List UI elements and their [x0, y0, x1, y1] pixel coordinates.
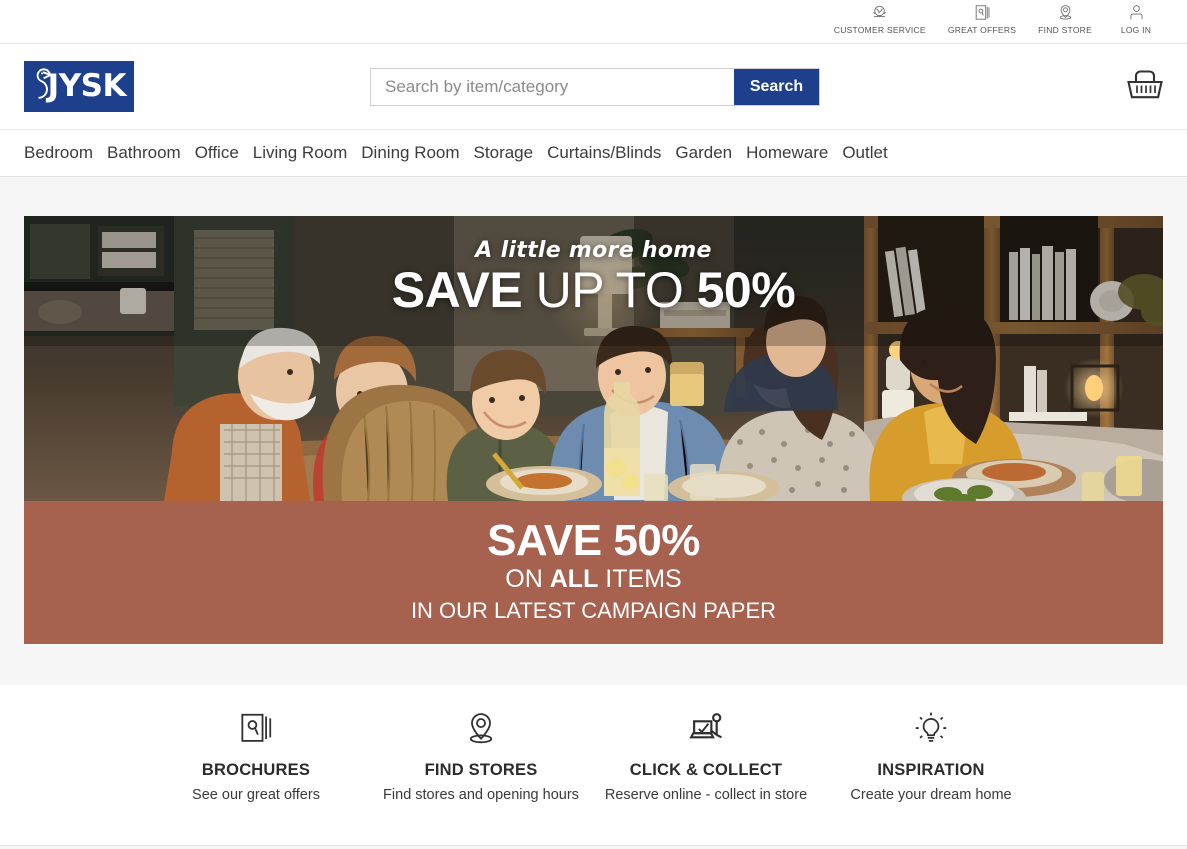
promo-band: A little more home SAVE UP TO 50% SAVE 5…: [0, 177, 1187, 685]
find-store-icon: [1056, 3, 1075, 22]
service-title: CLICK & COLLECT: [629, 761, 783, 779]
promo-line-1: SAVE 50%: [487, 516, 700, 566]
search-button[interactable]: Search: [734, 68, 819, 105]
promo-banner[interactable]: SAVE 50% ON ALL ITEMS IN OUR LATEST CAMP…: [24, 501, 1163, 644]
hero-headline-part2: UP TO: [535, 262, 684, 318]
nav-item-living-room[interactable]: Living Room: [253, 143, 362, 163]
topbar-item-label: CUSTOMER SERVICE: [833, 25, 926, 35]
nav-item-storage[interactable]: Storage: [474, 143, 548, 163]
nav-item-bathroom[interactable]: Bathroom: [107, 143, 195, 163]
shopping-basket-icon: [1123, 69, 1167, 109]
promo-line-2-pre: ON: [505, 565, 550, 594]
service-find-stores[interactable]: FIND STORES Find stores and opening hour…: [369, 709, 594, 845]
cart-button[interactable]: [1123, 63, 1167, 110]
service-subtitle: Find stores and opening hours: [383, 787, 579, 803]
promo-line-2-bold: ALL: [549, 565, 599, 594]
hero-banner[interactable]: A little more home SAVE UP TO 50%: [24, 216, 1163, 501]
customer-service-icon: [870, 3, 889, 22]
hero-headline: SAVE UP TO 50%: [24, 265, 1163, 316]
topbar-item-customer-service[interactable]: CUSTOMER SERVICE: [823, 0, 937, 35]
logo-text: JYSK: [47, 68, 127, 104]
topbar-item-great-offers[interactable]: GREAT OFFERS: [937, 0, 1027, 35]
site-header: JYSK Search: [0, 44, 1187, 130]
user-icon: [1127, 3, 1146, 22]
service-brochures[interactable]: BROCHURES See our great offers: [144, 709, 369, 845]
topbar-item-label: GREAT OFFERS: [947, 25, 1017, 35]
service-title: BROCHURES: [201, 761, 311, 779]
click-collect-icon: [602, 709, 811, 749]
lightbulb-icon: [827, 709, 1036, 749]
topbar-item-find-store[interactable]: FIND STORE: [1027, 0, 1103, 35]
nav-item-outlet[interactable]: Outlet: [842, 143, 901, 163]
hero-text-block: A little more home SAVE UP TO 50%: [24, 238, 1163, 316]
map-pin-icon: [377, 709, 586, 749]
category-nav: Bedroom Bathroom Office Living Room Dini…: [0, 130, 1187, 177]
footer-divider: [0, 845, 1187, 849]
service-subtitle: Reserve online - collect in store: [604, 787, 808, 803]
nav-item-curtains-blinds[interactable]: Curtains/Blinds: [547, 143, 675, 163]
promo-line-2: ON ALL ITEMS: [505, 563, 681, 597]
promo-line-3: IN OUR LATEST CAMPAIGN PAPER: [410, 598, 777, 624]
service-title: INSPIRATION: [877, 761, 985, 779]
service-subtitle: Create your dream home: [850, 787, 1012, 803]
promo-line-2-post: ITEMS: [598, 565, 682, 594]
brochure-icon: [152, 709, 361, 749]
hero-headline-part3: 50%: [696, 262, 796, 318]
nav-item-garden[interactable]: Garden: [675, 143, 746, 163]
top-utility-bar: CUSTOMER SERVICE GREAT OFFERS FIND STORE: [0, 0, 1187, 44]
topbar-item-label: FIND STORE: [1038, 25, 1092, 35]
service-inspiration[interactable]: INSPIRATION Create your dream home: [819, 709, 1044, 845]
search-input[interactable]: [371, 68, 734, 105]
nav-item-office[interactable]: Office: [195, 143, 253, 163]
topbar-item-log-in[interactable]: LOG IN: [1103, 0, 1169, 35]
hero-kicker: A little more home: [475, 238, 712, 263]
nav-item-dining-room[interactable]: Dining Room: [361, 143, 473, 163]
nav-item-bedroom[interactable]: Bedroom: [24, 143, 107, 163]
service-subtitle: See our great offers: [192, 787, 320, 803]
search-bar: Search: [370, 67, 820, 106]
great-offers-icon: [973, 3, 992, 22]
hero-headline-part1: SAVE: [391, 262, 523, 318]
service-click-collect[interactable]: CLICK & COLLECT Reserve online - collect…: [594, 709, 819, 845]
topbar-item-label: LOG IN: [1120, 25, 1152, 35]
services-row: BROCHURES See our great offers FIND STOR…: [0, 685, 1187, 845]
nav-item-homeware[interactable]: Homeware: [746, 143, 842, 163]
jysk-logo[interactable]: JYSK: [24, 61, 134, 112]
service-title: FIND STORES: [424, 761, 538, 779]
